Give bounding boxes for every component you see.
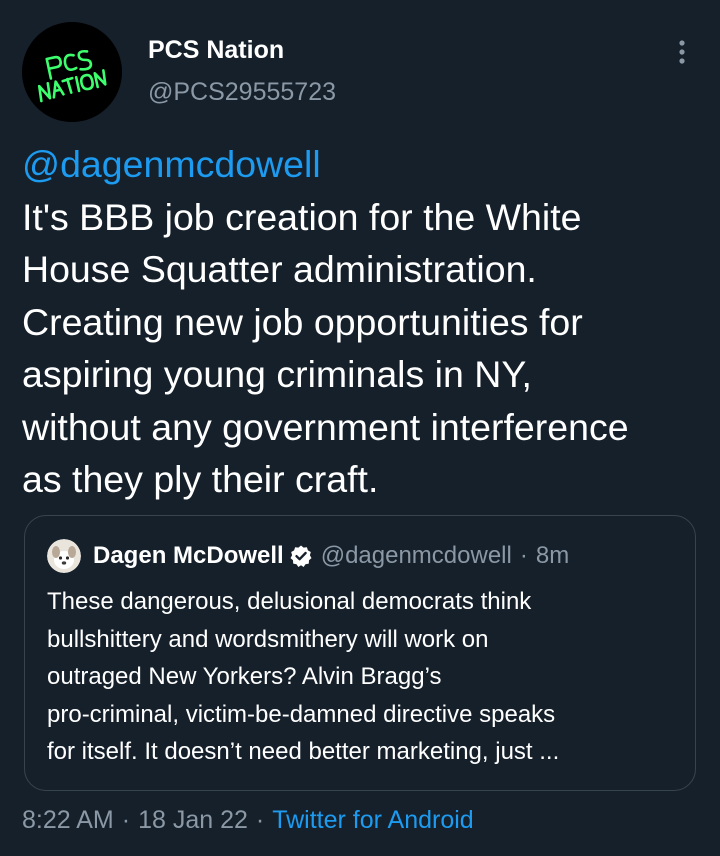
tweet-text: @dagenmcdowell It's BBB job creation for… (22, 138, 712, 506)
more-options-button[interactable] (664, 34, 700, 70)
quoted-author-name[interactable]: Dagen McDowell (93, 542, 284, 570)
quoted-author-avatar[interactable] (47, 539, 81, 573)
author-avatar[interactable] (22, 22, 122, 122)
pcs-nation-logo (22, 22, 122, 122)
quoted-tweet-header: Dagen McDowell @dagenmcdowell · 8m (47, 538, 569, 574)
tweet-metadata: 8:22 AM · 18 Jan 22 · Twitter for Android (22, 806, 474, 835)
tweet-body: It's BBB job creation for the White Hous… (22, 195, 629, 501)
tweet-source-link[interactable]: Twitter for Android (272, 806, 473, 834)
tweet-date[interactable]: 18 Jan 22 (138, 806, 248, 834)
author-handle[interactable]: @PCS29555723 (148, 78, 336, 107)
tweet-detail: PCS Nation @PCS29555723 @dagenmcdowell I… (0, 0, 720, 856)
separator-dot: · (255, 806, 265, 834)
dog-avatar-image (47, 539, 81, 573)
mention-link[interactable]: @dagenmcdowell (22, 143, 321, 185)
separator-dot: · (519, 542, 528, 569)
verified-badge-icon (289, 544, 313, 568)
more-vertical-icon (679, 40, 685, 64)
quoted-tweet-card[interactable]: Dagen McDowell @dagenmcdowell · 8m These… (24, 515, 696, 791)
author-display-name[interactable]: PCS Nation (148, 36, 284, 65)
separator-dot: · (121, 806, 131, 834)
quoted-tweet-text: These dangerous, delusional democrats th… (47, 588, 560, 765)
tweet-time[interactable]: 8:22 AM (22, 806, 114, 834)
quoted-tweet-time[interactable]: 8m (536, 542, 569, 570)
quoted-author-handle[interactable]: @dagenmcdowell (321, 542, 512, 570)
